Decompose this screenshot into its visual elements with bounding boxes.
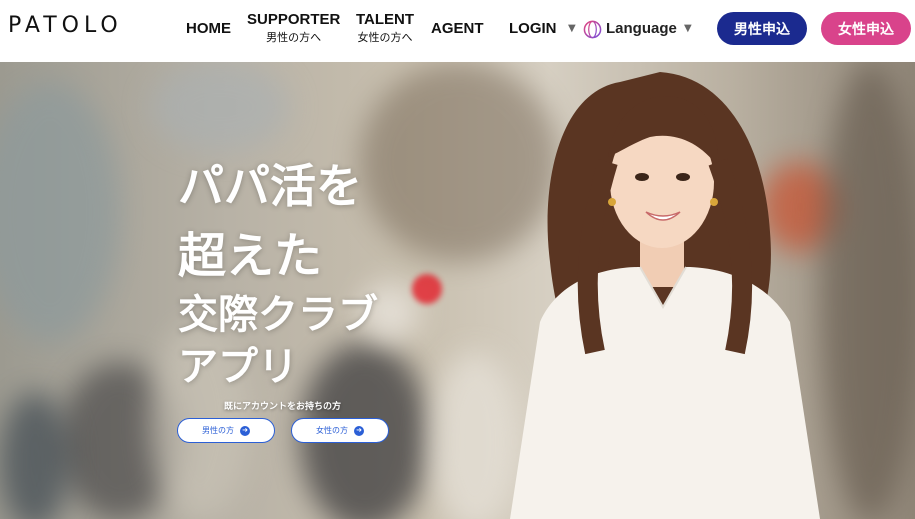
female-login-button[interactable]: 女性の方 ➜ (291, 418, 389, 443)
male-login-label: 男性の方 (202, 426, 234, 435)
background-blur (0, 392, 70, 519)
model-photo (510, 72, 820, 519)
nav-home[interactable]: HOME (186, 20, 231, 38)
nav-supporter-sub: 男性の方へ (266, 31, 322, 44)
existing-account-label: 既にアカウントをお持ちの方 (224, 402, 342, 412)
female-apply-button[interactable]: 女性申込 (821, 12, 911, 45)
language-selector[interactable]: Language (606, 20, 677, 37)
site-header: PATOLO HOME SUPPORTER 男性の方へ TALENT 女性の方へ… (0, 0, 915, 62)
nav-login[interactable]: LOGIN (509, 20, 557, 38)
male-apply-button[interactable]: 男性申込 (717, 12, 807, 45)
arrow-right-icon: ➜ (240, 425, 250, 436)
male-login-button[interactable]: 男性の方 ➜ (177, 418, 275, 443)
nav-talent-label: TALENT (356, 11, 415, 28)
language-chevron-down-icon[interactable]: ▼ (684, 23, 692, 34)
hero-title-line3: 交際クラブ (178, 292, 378, 338)
nav-login-label: LOGIN (509, 20, 557, 37)
hero-title-line2: 超えた (178, 228, 323, 284)
patolo-logo[interactable]: PATOLO (8, 13, 123, 38)
login-chevron-down-icon[interactable]: ▼ (568, 23, 576, 34)
nav-talent-sub: 女性の方へ (357, 31, 413, 44)
arrow-right-icon: ➜ (354, 425, 364, 436)
nav-agent-label: AGENT (431, 20, 484, 37)
globe-icon[interactable] (583, 20, 602, 39)
nav-supporter-label: SUPPORTER (247, 11, 341, 28)
background-blur (820, 62, 915, 519)
nav-talent[interactable]: TALENT 女性の方へ (356, 11, 414, 45)
background-blur (412, 274, 442, 304)
background-blur (150, 62, 290, 152)
hero-title-line1: パパ活を (178, 159, 362, 213)
female-login-label: 女性の方 (316, 426, 348, 435)
nav-supporter[interactable]: SUPPORTER 男性の方へ (247, 11, 340, 45)
background-blur (0, 82, 120, 342)
nav-agent[interactable]: AGENT (431, 20, 484, 38)
hero-title-line4: アプリ (178, 344, 298, 390)
nav-home-label: HOME (186, 20, 231, 37)
hero-section: パパ活を 超えた 交際クラブ アプリ 既にアカウントをお持ちの方 男性の方 ➜ … (0, 62, 915, 519)
